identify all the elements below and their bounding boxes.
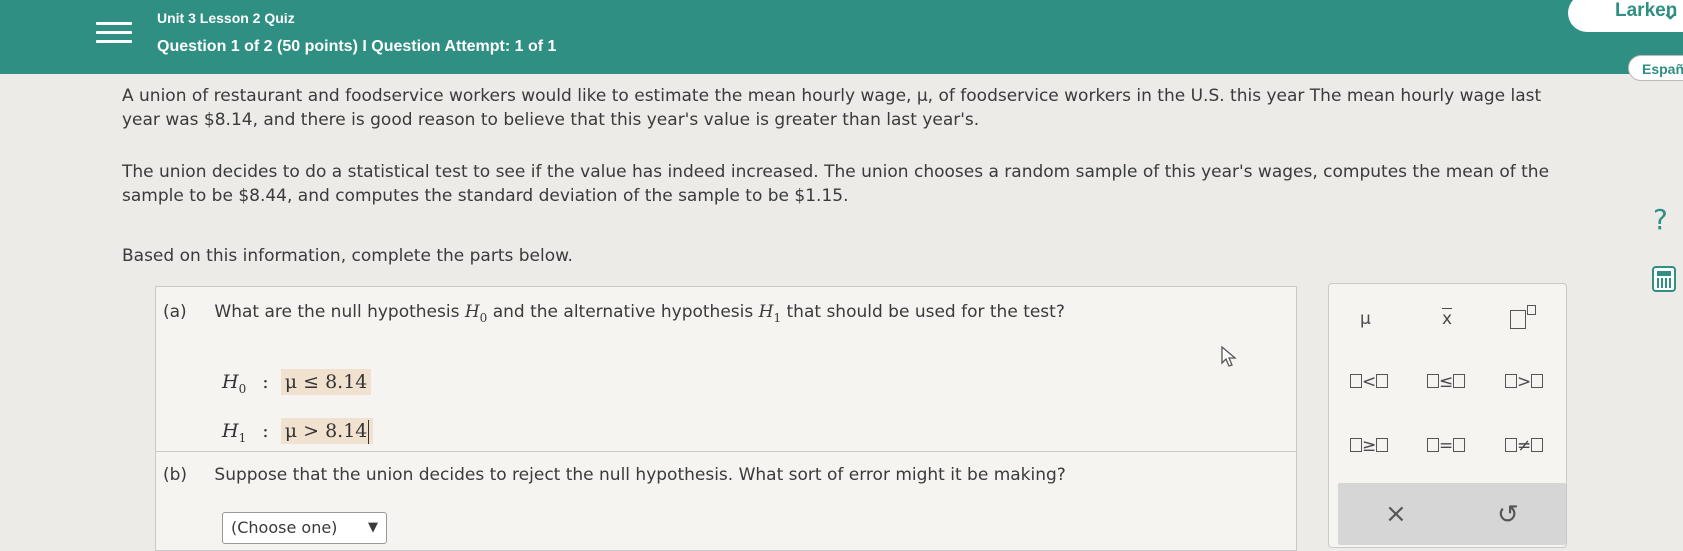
part-a-label: (a) [163, 302, 187, 322]
h1-symbol: H1 [758, 302, 782, 325]
equal-button[interactable]: = [1427, 436, 1466, 456]
calculator-keys [1657, 278, 1671, 288]
clear-icon[interactable]: × [1385, 499, 1407, 529]
language-button[interactable]: Españ [1628, 55, 1683, 81]
chevron-down-icon[interactable]: ⌄ [1662, 0, 1679, 25]
greater-equal-button[interactable]: ≥ [1350, 436, 1389, 456]
alternative-hypothesis-input[interactable]: μ > 8.14 [280, 418, 374, 444]
part-a-question: (a) What are the null hypothesis H0 and … [163, 302, 1065, 325]
quiz-title: Unit 3 Lesson 2 Quiz [157, 10, 295, 26]
question-text: Suppose that the union decides to reject… [214, 465, 1066, 485]
calculator-icon[interactable] [1652, 266, 1676, 292]
part-b-label: (b) [163, 465, 188, 485]
mouse-pointer-icon [1221, 345, 1237, 367]
part-divider [155, 451, 1297, 452]
part-b-question: (b) Suppose that the union decides to re… [163, 465, 1066, 485]
less-than-button[interactable]: < [1350, 372, 1389, 392]
question-text: that should be used for the test? [786, 302, 1065, 322]
less-equal-button[interactable]: ≤ [1427, 372, 1466, 392]
calculator-screen [1657, 271, 1671, 276]
greater-than-button[interactable]: > [1505, 372, 1544, 392]
undo-icon[interactable]: ↺ [1497, 500, 1519, 530]
error-type-select[interactable]: (Choose one) ▼ [222, 512, 387, 544]
xbar-button[interactable]: x [1442, 309, 1452, 329]
problem-paragraph: A union of restaurant and foodservice wo… [122, 86, 1542, 130]
null-hypothesis-row: H0 : μ ≤ 8.14 [222, 369, 372, 396]
palette-actions [1338, 483, 1566, 545]
null-hypothesis-input[interactable]: μ ≤ 8.14 [280, 369, 372, 395]
menu-icon[interactable] [96, 18, 132, 48]
problem-instruction: Based on this information, complete the … [122, 246, 573, 266]
dropdown-arrow-icon: ▼ [368, 520, 378, 535]
help-icon[interactable]: ? [1653, 203, 1668, 236]
superscript-button[interactable] [1510, 305, 1536, 332]
h0-symbol: H0 [464, 302, 488, 325]
not-equal-button[interactable]: ≠ [1505, 436, 1544, 456]
problem-paragraph: The union decides to do a statistical te… [122, 162, 1550, 206]
question-text: What are the null hypothesis [214, 302, 460, 322]
mu-button[interactable]: μ [1360, 309, 1371, 329]
question-text: and the alternative hypothesis [492, 302, 754, 322]
question-info: Question 1 of 2 (50 points) I Question A… [157, 38, 557, 55]
select-value: (Choose one) [231, 518, 338, 537]
alternative-hypothesis-row: H1 : μ > 8.14 [222, 418, 374, 445]
